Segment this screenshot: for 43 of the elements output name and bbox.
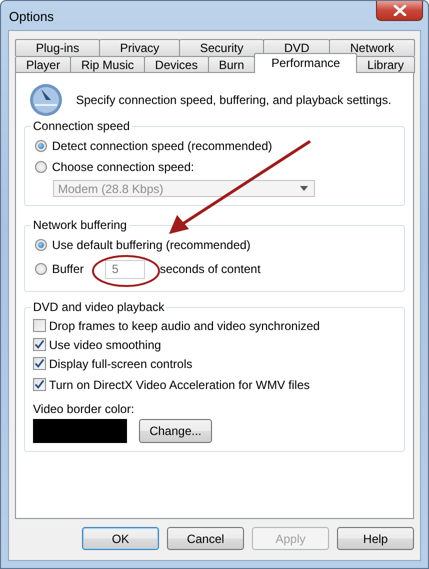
checkbox-label: Drop frames to keep audio and video synchronized — [49, 318, 320, 332]
radio-button[interactable] — [35, 238, 47, 250]
radio-label: Buffer — [52, 262, 84, 276]
description-text: Specify connection speed, buffering, and playback settings. — [76, 93, 392, 107]
tab[interactable]: Library — [356, 56, 415, 73]
tab[interactable]: Devices — [144, 56, 209, 73]
radio-button[interactable] — [35, 160, 47, 172]
checkbox-label: Use video smoothing — [49, 338, 162, 352]
tab[interactable]: Performance — [254, 53, 358, 73]
seconds-field[interactable]: 5 — [104, 260, 145, 278]
radio-button[interactable] — [35, 140, 47, 152]
tab[interactable]: Network — [329, 39, 416, 56]
radio-button[interactable] — [35, 263, 47, 275]
group-label: Network buffering — [32, 218, 128, 232]
group-label: DVD and video playback — [32, 300, 166, 314]
close-icon — [392, 5, 406, 16]
radio-label: Detect connection speed (recommended) — [52, 138, 272, 152]
group-label: Connection speed — [32, 119, 131, 133]
annotation-ellipse — [92, 255, 160, 287]
radio-label: Choose connection speed: — [52, 160, 194, 174]
field-suffix: seconds of content — [160, 262, 261, 276]
tab[interactable]: Privacy — [99, 39, 180, 56]
window-title: Options — [9, 9, 54, 24]
checkbox[interactable] — [33, 319, 46, 332]
tab[interactable]: Security — [179, 39, 264, 56]
dialog-button[interactable]: Cancel — [167, 527, 244, 550]
tab[interactable]: Player — [15, 56, 72, 73]
radio-label: Use default buffering (recommended) — [52, 238, 251, 252]
tab[interactable]: Burn — [208, 56, 256, 73]
dialog-button[interactable]: OK — [82, 527, 159, 550]
tab[interactable]: Rip Music — [70, 56, 145, 73]
checkbox[interactable] — [33, 378, 46, 391]
checkbox-label: Turn on DirectX Video Acceleration for WMV files — [49, 378, 310, 392]
caret-icon — [300, 186, 308, 191]
tab[interactable]: Plug-ins — [15, 39, 100, 56]
change-button[interactable]: Change... — [139, 419, 212, 443]
gauge-icon — [29, 83, 65, 117]
checkbox-label: Display full-screen controls — [49, 356, 192, 370]
close-button[interactable] — [376, 1, 423, 21]
checkbox[interactable] — [33, 357, 46, 370]
color-label: Video border color: — [33, 402, 134, 416]
dialog-button[interactable]: Help — [337, 527, 414, 550]
checkbox[interactable] — [33, 338, 46, 351]
